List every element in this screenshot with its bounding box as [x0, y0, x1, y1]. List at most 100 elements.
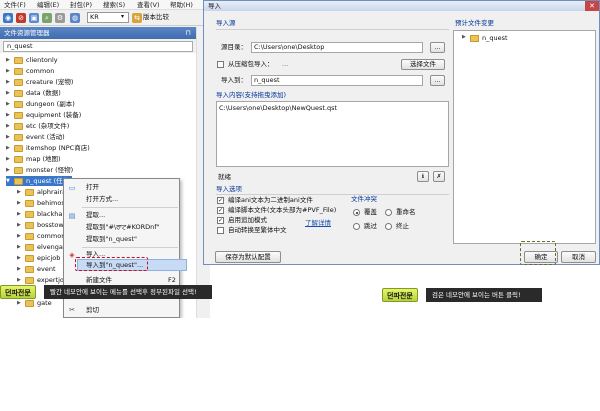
- expand-arrow-icon[interactable]: ▶: [6, 77, 12, 87]
- expand-arrow-icon[interactable]: ▶: [17, 253, 23, 263]
- tree-node[interactable]: ▶ event (活动): [6, 132, 194, 142]
- tree-node[interactable]: ▶ common: [6, 66, 194, 76]
- browse-button[interactable]: ...: [430, 42, 445, 53]
- file-explorer-window: 文件(F) 编辑(E) 封包(P) 搜索(S) 查看(V) 帮助(H) ◉ ⊘ …: [0, 0, 210, 318]
- ctx-extract[interactable]: 提取...: [64, 209, 179, 221]
- tree-node[interactable]: ▶ dungeon (副本): [6, 99, 194, 109]
- tree-subnode[interactable]: ▶ gate: [17, 298, 67, 308]
- option-checkbox[interactable]: [217, 227, 224, 234]
- tree-subnode[interactable]: ▶ alphraira: [17, 187, 67, 197]
- option-checkbox[interactable]: ✓: [217, 207, 224, 214]
- tree-node[interactable]: ▶ monster (怪物): [6, 165, 194, 175]
- expand-arrow-icon[interactable]: ▶: [17, 209, 23, 219]
- compare-icon[interactable]: ⇆: [132, 13, 142, 23]
- tree-subnode[interactable]: ▶ behimos: [17, 198, 67, 208]
- save-icon[interactable]: ▣: [29, 13, 39, 23]
- tree-node[interactable]: ▶ equipment (装备): [6, 110, 194, 120]
- tree-subnode[interactable]: ▶ blackhall: [17, 209, 67, 219]
- folder-icon: [25, 300, 34, 307]
- expand-arrow-icon[interactable]: ▶: [6, 154, 12, 164]
- expand-arrow-icon[interactable]: ▶: [17, 242, 23, 252]
- expand-arrow-icon[interactable]: ▶: [6, 55, 12, 65]
- expand-arrow-icon[interactable]: ▶: [17, 298, 23, 308]
- expand-arrow-icon[interactable]: ▶: [6, 110, 12, 120]
- tree-subnode[interactable]: ▶ epicjob: [17, 253, 67, 263]
- radio-rename[interactable]: [385, 209, 392, 216]
- compare-button[interactable]: 版本比较: [143, 12, 187, 23]
- search-icon[interactable]: ⌕: [42, 13, 52, 23]
- expand-arrow-icon[interactable]: ▶: [6, 99, 12, 109]
- expand-arrow-icon[interactable]: ▶: [17, 198, 23, 208]
- cancel-button[interactable]: 取消: [561, 251, 596, 263]
- expand-arrow-icon[interactable]: ▶: [17, 220, 23, 230]
- stop-icon[interactable]: ⊘: [16, 13, 26, 23]
- open-icon[interactable]: ◉: [3, 13, 13, 23]
- ctx-open[interactable]: 打开: [64, 181, 179, 193]
- radio-abort[interactable]: [385, 223, 392, 230]
- tree-subnode[interactable]: ▶ event: [17, 264, 67, 274]
- tree-node[interactable]: ▶ creature (宠物): [6, 77, 194, 87]
- folder-icon: [14, 79, 23, 86]
- expand-arrow-icon[interactable]: ▶: [17, 275, 23, 285]
- menu-file[interactable]: 文件(F): [4, 1, 26, 9]
- clear-icon[interactable]: ✗: [433, 171, 445, 182]
- menu-search[interactable]: 搜索(S): [103, 1, 125, 9]
- expand-arrow-icon[interactable]: ▶: [6, 143, 12, 153]
- chevron-down-icon[interactable]: ▾: [121, 13, 124, 20]
- pin-icon[interactable]: ⊓: [183, 28, 193, 38]
- folder-icon: [14, 112, 23, 119]
- folder-icon: [25, 189, 34, 196]
- select-file-button[interactable]: 选择文件: [401, 59, 445, 70]
- tree-subnode[interactable]: ▶ bosstown: [17, 220, 68, 230]
- learn-more-link[interactable]: 了解详情: [305, 217, 331, 227]
- close-icon[interactable]: ✕: [585, 1, 599, 11]
- option-checkbox[interactable]: ✓: [217, 217, 224, 224]
- expand-arrow-icon[interactable]: ▶: [6, 132, 12, 142]
- preview-panel: [453, 30, 596, 244]
- source-dir-label: 源目录：: [221, 43, 247, 51]
- folder-icon: [14, 68, 23, 75]
- search-input[interactable]: n_quest: [3, 41, 193, 52]
- expand-arrow-icon[interactable]: ▶: [17, 264, 23, 274]
- menu-pack[interactable]: 封包(P): [70, 1, 92, 9]
- tree-subnode[interactable]: ▶ common: [17, 231, 67, 241]
- expand-arrow-icon[interactable]: ▶: [17, 231, 23, 241]
- browse-button[interactable]: ...: [430, 75, 445, 86]
- tree-node[interactable]: ▶ etc (杂项文件): [6, 121, 194, 131]
- menu-edit[interactable]: 编辑(E): [37, 1, 59, 9]
- archive-value: ...: [282, 60, 289, 68]
- ctx-cut[interactable]: 剪切: [64, 304, 179, 316]
- tree-node[interactable]: ▶ itemshop (NPC商店): [6, 143, 194, 153]
- menu-view[interactable]: 查看(V): [137, 1, 160, 9]
- folder-icon: [14, 57, 23, 64]
- expand-arrow-icon[interactable]: ▶: [17, 187, 23, 197]
- ctx-extract-to-path[interactable]: 提取到"#\ਰਾਟ#KORDnf": [64, 221, 179, 233]
- expand-arrow-icon[interactable]: ▶: [6, 165, 12, 175]
- folder-icon: [14, 167, 23, 174]
- import-to-input[interactable]: n_quest: [251, 75, 423, 86]
- tree-node[interactable]: ▶ clientonly: [6, 55, 194, 65]
- expand-arrow-icon[interactable]: ▶: [6, 121, 12, 131]
- tree-node[interactable]: ▶ map (地图): [6, 154, 194, 164]
- tree-subnode[interactable]: ▶ expertjob: [17, 275, 68, 285]
- tree-subnode[interactable]: ▶ elvengard: [17, 242, 70, 252]
- collapse-arrow-icon[interactable]: ▼: [6, 176, 12, 186]
- expand-arrow-icon[interactable]: ▶: [462, 34, 466, 40]
- tree-node[interactable]: ▶ data (数据): [6, 88, 194, 98]
- settings-icon[interactable]: ⚙: [55, 13, 65, 23]
- menu-help[interactable]: 帮助(H): [170, 1, 193, 9]
- source-dir-input[interactable]: C:\Users\one\Desktop: [251, 42, 423, 53]
- radio-skip[interactable]: [353, 223, 360, 230]
- save-default-button[interactable]: 保存为默认配置: [215, 251, 281, 263]
- ctx-open-with[interactable]: 打开方式...: [64, 193, 179, 205]
- expand-arrow-icon[interactable]: ▶: [6, 66, 12, 76]
- radio-label: 终止: [396, 222, 409, 230]
- option-checkbox[interactable]: ✓: [217, 197, 224, 204]
- info-icon[interactable]: ℹ: [417, 171, 429, 182]
- ctx-extract-to-folder[interactable]: 提取到"n_quest": [64, 233, 179, 245]
- archive-checkbox[interactable]: [217, 61, 224, 68]
- expand-arrow-icon[interactable]: ▶: [6, 88, 12, 98]
- content-textarea[interactable]: C:\Users\one\Desktop\NewQuest.qst: [216, 101, 449, 167]
- conflict-section-label: 文件冲突: [351, 195, 377, 203]
- radio-overwrite[interactable]: [353, 209, 360, 216]
